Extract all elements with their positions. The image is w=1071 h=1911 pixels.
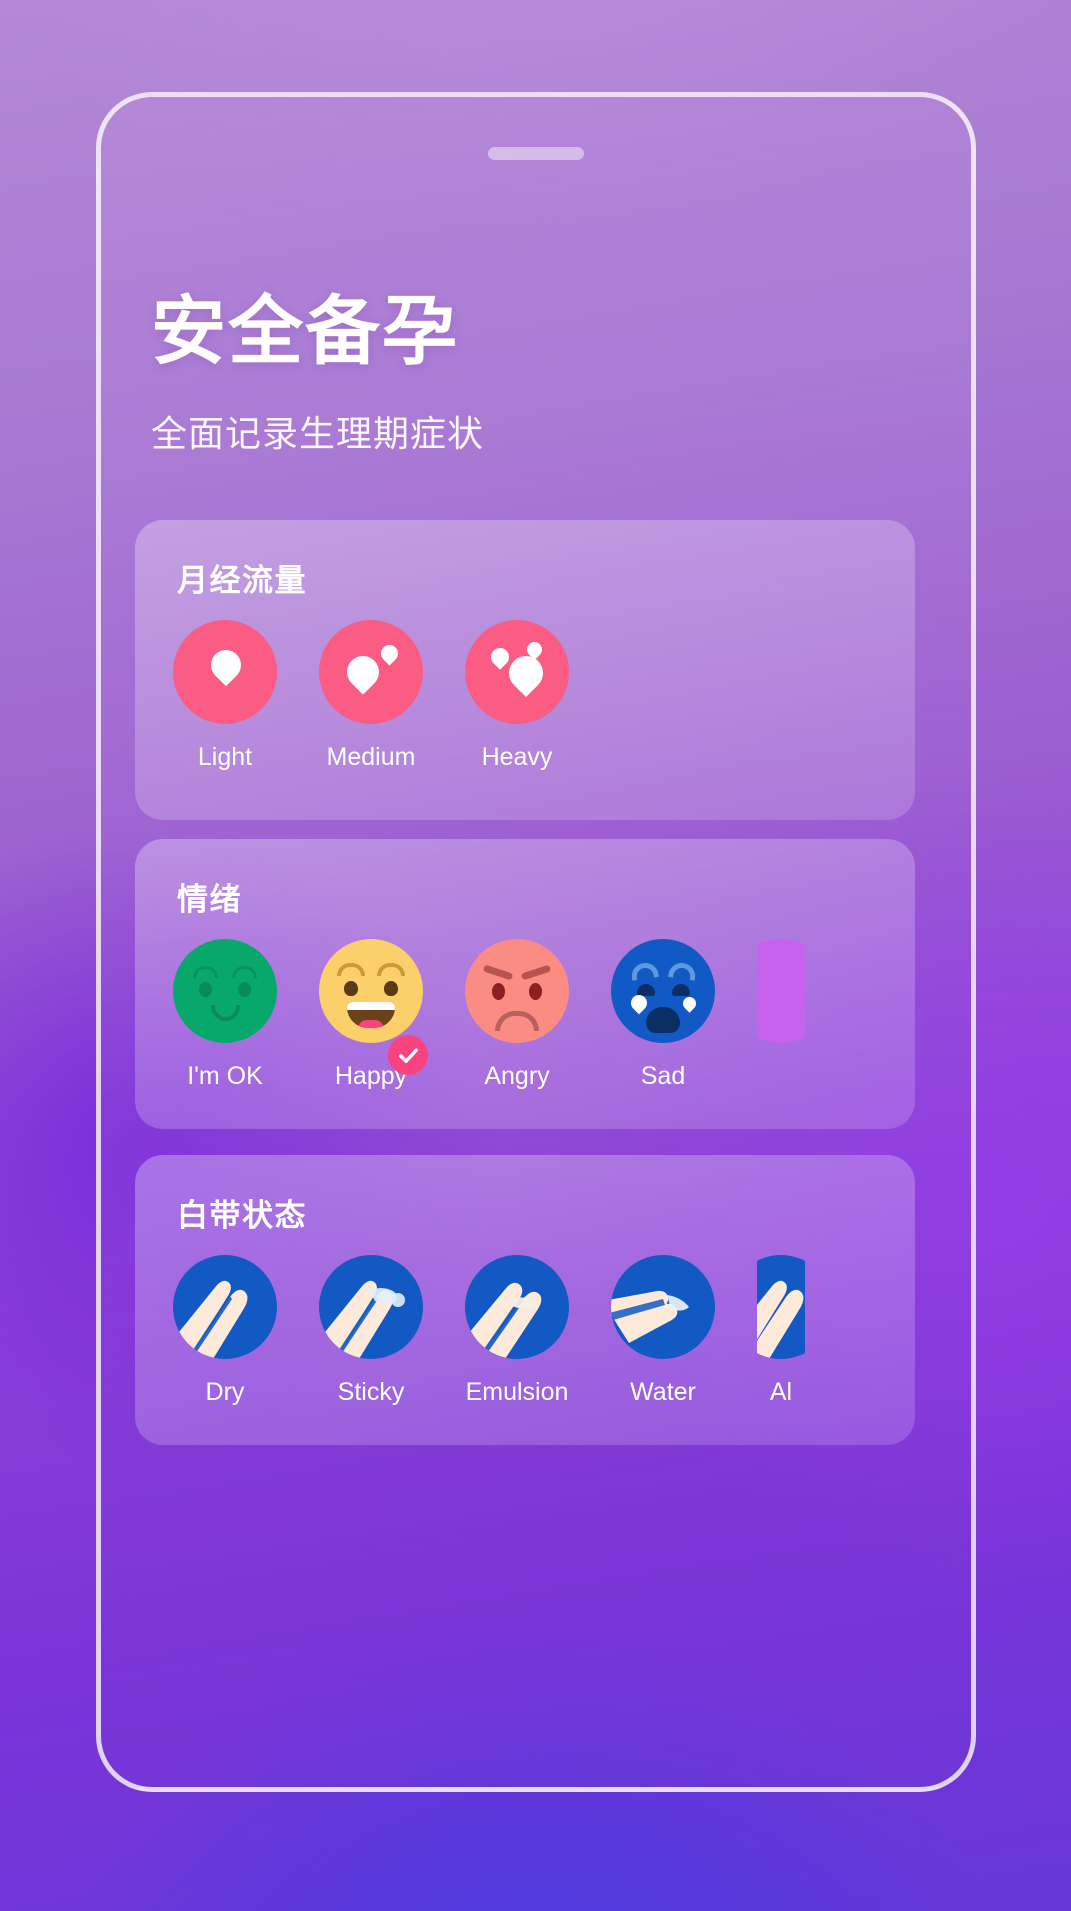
selected-check-badge <box>388 1035 428 1075</box>
mood-option-im-ok[interactable]: I'm OK <box>173 939 277 1091</box>
grin-face-icon <box>319 939 423 1043</box>
discharge-option-label: Emulsion <box>465 1378 569 1406</box>
page-subtitle: 全面记录生理期症状 <box>151 412 485 454</box>
droplet-1-icon <box>173 620 277 724</box>
flow-option-label: Medium <box>326 743 416 771</box>
discharge-option-label: Sticky <box>337 1378 405 1406</box>
mood-option-label: Sad <box>640 1062 686 1090</box>
neutral-smile-face-icon <box>173 939 277 1043</box>
mood-options-row: I'm OK Happy Angry Sad <box>173 939 805 1091</box>
flow-option-heavy[interactable]: Heavy <box>465 620 569 772</box>
discharge-option-label: Dry <box>205 1378 245 1406</box>
mood-option-partial[interactable] <box>757 939 805 1091</box>
discharge-option-dry[interactable]: Dry <box>173 1255 277 1407</box>
discharge-options-row: Dry Sticky Emulsion Water Al <box>173 1255 805 1407</box>
discharge-option-partial[interactable]: Al <box>757 1255 805 1407</box>
card-title-discharge: 白带状态 <box>177 1198 307 1233</box>
frown-face-icon <box>465 939 569 1043</box>
fingers-dry-icon <box>173 1255 277 1359</box>
mood-option-label: I'm OK <box>187 1062 263 1090</box>
crying-face-icon <box>611 939 715 1043</box>
card-mood: 情绪 I'm OK Happy Angry Sad <box>135 839 915 1129</box>
discharge-option-emulsion[interactable]: Emulsion <box>465 1255 569 1407</box>
flow-options-row: Light Medium Heavy <box>173 620 569 772</box>
page-title: 安全备孕 <box>151 289 460 373</box>
droplet-3-icon <box>465 620 569 724</box>
flow-option-label: Heavy <box>481 743 553 771</box>
discharge-option-label: Water <box>630 1378 696 1406</box>
partial-face-icon <box>757 939 805 1043</box>
fingers-water-icon <box>611 1255 715 1359</box>
mood-option-label: Angry <box>484 1062 550 1090</box>
phone-frame: 安全备孕 全面记录生理期症状 月经流量 Light Medium Heavy 情… <box>96 92 976 1792</box>
discharge-option-sticky[interactable]: Sticky <box>319 1255 423 1407</box>
mood-option-sad[interactable]: Sad <box>611 939 715 1091</box>
card-menstrual-flow: 月经流量 Light Medium Heavy <box>135 520 915 820</box>
flow-option-label: Light <box>197 743 253 771</box>
mood-option-happy[interactable]: Happy <box>319 939 428 1091</box>
mood-option-angry[interactable]: Angry <box>465 939 569 1091</box>
discharge-option-water[interactable]: Water <box>611 1255 715 1407</box>
speaker-notch-pill <box>488 147 584 160</box>
header: 安全备孕 全面记录生理期症状 <box>151 292 911 457</box>
droplet-2-icon <box>319 620 423 724</box>
card-title-mood: 情绪 <box>177 882 242 917</box>
discharge-option-label: Al <box>769 1378 793 1406</box>
flow-option-light[interactable]: Light <box>173 620 277 772</box>
flow-option-medium[interactable]: Medium <box>319 620 423 772</box>
card-discharge: 白带状态 Dry Sticky Emulsion Water Al <box>135 1155 915 1445</box>
fingers-albumen-icon <box>757 1255 805 1359</box>
fingers-sticky-icon <box>319 1255 423 1359</box>
check-icon <box>398 1048 418 1063</box>
fingers-emulsion-icon <box>465 1255 569 1359</box>
card-title-flow: 月经流量 <box>177 563 307 598</box>
